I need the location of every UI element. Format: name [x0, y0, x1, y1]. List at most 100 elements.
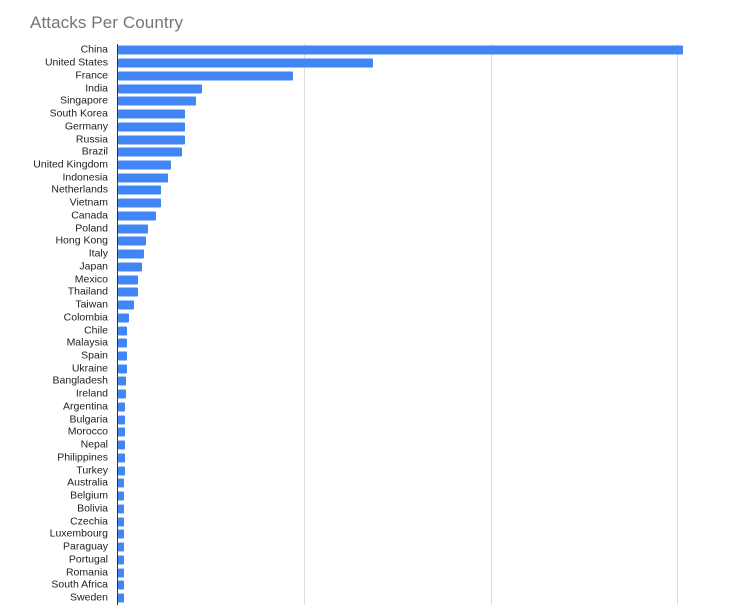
- category-label: Chile: [84, 324, 108, 337]
- bar[interactable]: [118, 58, 374, 68]
- category-label: Canada: [71, 209, 108, 222]
- bar-row: Russia: [0, 133, 750, 146]
- bar[interactable]: [118, 453, 126, 463]
- category-label: Nepal: [80, 438, 108, 451]
- bar-row: Japan: [0, 261, 750, 274]
- bar[interactable]: [118, 440, 126, 450]
- bar[interactable]: [118, 173, 168, 183]
- bar-row: Ukraine: [0, 362, 750, 375]
- bar-row: Australia: [0, 477, 750, 490]
- bar-row: Czechia: [0, 515, 750, 528]
- bar[interactable]: [118, 300, 135, 310]
- bar-row: Hong Kong: [0, 235, 750, 248]
- bar[interactable]: [118, 96, 196, 106]
- category-label: Taiwan: [75, 298, 108, 311]
- category-label: Luxembourg: [49, 527, 108, 540]
- bar[interactable]: [118, 211, 157, 221]
- bar[interactable]: [118, 198, 161, 208]
- category-label: Ukraine: [71, 362, 108, 375]
- bar[interactable]: [118, 593, 125, 603]
- bar-row: Netherlands: [0, 184, 750, 197]
- bar-row: Italy: [0, 248, 750, 261]
- bar[interactable]: [118, 160, 171, 170]
- bar[interactable]: [118, 402, 126, 412]
- bar[interactable]: [118, 338, 127, 348]
- bar-row: Argentina: [0, 401, 750, 414]
- category-label: Portugal: [68, 553, 108, 566]
- bar[interactable]: [118, 478, 125, 488]
- bar[interactable]: [118, 84, 202, 94]
- bar[interactable]: [118, 147, 183, 157]
- category-label: Philippines: [57, 451, 108, 464]
- bar-row: Portugal: [0, 553, 750, 566]
- bar[interactable]: [118, 224, 148, 234]
- category-label: Singapore: [60, 94, 108, 107]
- bar-row: Germany: [0, 120, 750, 133]
- bar[interactable]: [118, 45, 683, 55]
- category-label: Malaysia: [66, 336, 108, 349]
- bar[interactable]: [118, 517, 125, 527]
- bar-row: Bangladesh: [0, 375, 750, 388]
- bar[interactable]: [118, 415, 126, 425]
- category-label: Romania: [65, 566, 108, 579]
- category-label: Australia: [67, 476, 108, 489]
- bar[interactable]: [118, 466, 126, 476]
- category-label: Poland: [75, 222, 108, 235]
- category-label: Turkey: [76, 464, 108, 477]
- bar[interactable]: [118, 542, 125, 552]
- bar[interactable]: [118, 287, 138, 297]
- bar-row: Romania: [0, 566, 750, 579]
- bar-row: Sweden: [0, 592, 750, 605]
- category-label: Bangladesh: [52, 374, 108, 387]
- bar-row: Morocco: [0, 426, 750, 439]
- category-label: Brazil: [81, 145, 108, 158]
- bar[interactable]: [118, 236, 146, 246]
- bar-row: Ireland: [0, 388, 750, 401]
- bar-row: France: [0, 69, 750, 82]
- category-label: Ireland: [75, 387, 108, 400]
- bar[interactable]: [118, 249, 145, 259]
- bar[interactable]: [118, 491, 125, 501]
- bar-row: Brazil: [0, 146, 750, 159]
- bar[interactable]: [118, 580, 125, 590]
- category-label: Vietnam: [69, 196, 108, 209]
- category-label: China: [80, 43, 108, 56]
- bar[interactable]: [118, 326, 127, 336]
- attacks-per-country-chart: Attacks Per Country China United States Fr…: [0, 0, 750, 605]
- bar[interactable]: [118, 389, 126, 399]
- bar-row: Malaysia: [0, 337, 750, 350]
- bar-row: Philippines: [0, 452, 750, 465]
- bar-row: Thailand: [0, 286, 750, 299]
- bar[interactable]: [118, 529, 125, 539]
- bar-row: United Kingdom: [0, 159, 750, 172]
- category-label: Netherlands: [51, 183, 108, 196]
- category-label: South Korea: [49, 107, 108, 120]
- bar[interactable]: [118, 135, 186, 144]
- category-label: Argentina: [63, 400, 108, 413]
- category-label: India: [85, 82, 108, 95]
- bar-rows: China United States France India Singapore So…: [0, 44, 750, 605]
- category-label: Japan: [79, 260, 108, 273]
- chart-title: Attacks Per Country: [30, 13, 184, 32]
- bar[interactable]: [118, 313, 130, 323]
- bar-row: Indonesia: [0, 171, 750, 184]
- category-label: Spain: [81, 349, 108, 362]
- bar[interactable]: [118, 185, 161, 195]
- bar[interactable]: [118, 275, 138, 285]
- bar[interactable]: [118, 504, 125, 514]
- bar[interactable]: [118, 262, 142, 272]
- bar[interactable]: [118, 555, 125, 565]
- bar[interactable]: [118, 71, 293, 81]
- bar-row: Paraguay: [0, 541, 750, 554]
- bar[interactable]: [118, 376, 126, 386]
- bar-row: Turkey: [0, 464, 750, 477]
- bar[interactable]: [118, 351, 127, 361]
- bar[interactable]: [118, 364, 127, 374]
- bar[interactable]: [118, 109, 186, 119]
- category-label: Thailand: [67, 285, 108, 298]
- bar[interactable]: [118, 427, 126, 437]
- category-label: Russia: [75, 133, 108, 145]
- category-label: Sweden: [70, 591, 108, 604]
- bar[interactable]: [118, 568, 125, 578]
- bar[interactable]: [118, 122, 186, 132]
